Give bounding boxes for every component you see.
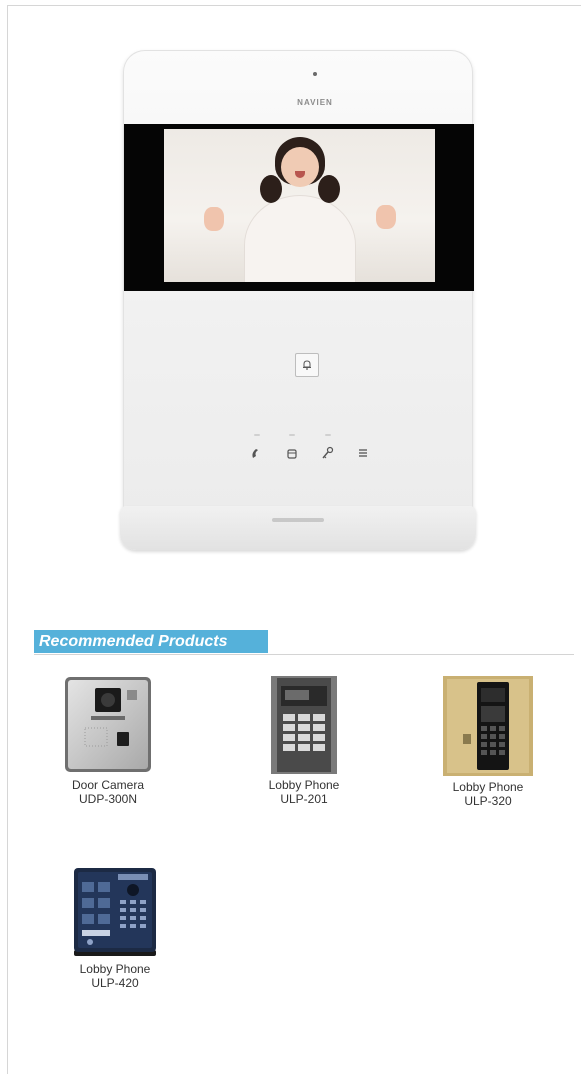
product-type: Door Camera bbox=[71, 778, 145, 792]
camera-dot bbox=[313, 72, 317, 76]
phone-icon bbox=[245, 434, 269, 460]
lobby-phone-ulp-201-thumbnail[interactable] bbox=[271, 676, 337, 774]
product-type: Lobby Phone bbox=[268, 778, 340, 792]
product-model: ULP-201 bbox=[280, 792, 328, 806]
product-type: Lobby Phone bbox=[452, 780, 524, 794]
section-title: Recommended Products bbox=[34, 630, 268, 653]
door-open-key-icon bbox=[316, 434, 340, 460]
monitor-screen-bezel bbox=[124, 124, 474, 291]
product-caption: Lobby Phone ULP-420 bbox=[40, 962, 190, 990]
product-model: ULP-420 bbox=[91, 976, 139, 990]
menu-icon bbox=[351, 434, 375, 460]
bell-icon bbox=[295, 353, 319, 377]
product-card-ulp-420[interactable]: Lobby Phone ULP-420 bbox=[40, 868, 190, 990]
main-product-image: NAVIEN bbox=[112, 46, 484, 558]
product-caption: Lobby Phone ULP-320 bbox=[413, 780, 563, 808]
product-type: Lobby Phone bbox=[79, 962, 151, 976]
product-model: ULP-320 bbox=[464, 794, 512, 808]
lobby-phone-ulp-420-thumbnail[interactable] bbox=[72, 868, 158, 958]
product-caption: Lobby Phone ULP-201 bbox=[229, 778, 379, 806]
lobby-phone-ulp-320-thumbnail[interactable] bbox=[443, 676, 533, 776]
recommended-products-header: Recommended Products bbox=[34, 630, 574, 655]
monitor-screen bbox=[164, 129, 435, 282]
monitor-view-icon bbox=[280, 434, 304, 460]
product-model: UDP-300N bbox=[78, 792, 138, 806]
monitor-base bbox=[120, 506, 476, 550]
brand-logo: NAVIEN bbox=[297, 98, 333, 107]
control-buttons bbox=[245, 434, 375, 460]
product-card-ulp-201[interactable]: Lobby Phone ULP-201 bbox=[229, 676, 379, 806]
product-caption: Door Camera UDP-300N bbox=[33, 778, 183, 806]
product-card-udp-300n[interactable]: Door Camera UDP-300N bbox=[33, 676, 183, 806]
door-camera-thumbnail[interactable] bbox=[63, 676, 153, 774]
product-card-ulp-320[interactable]: Lobby Phone ULP-320 bbox=[413, 676, 563, 808]
